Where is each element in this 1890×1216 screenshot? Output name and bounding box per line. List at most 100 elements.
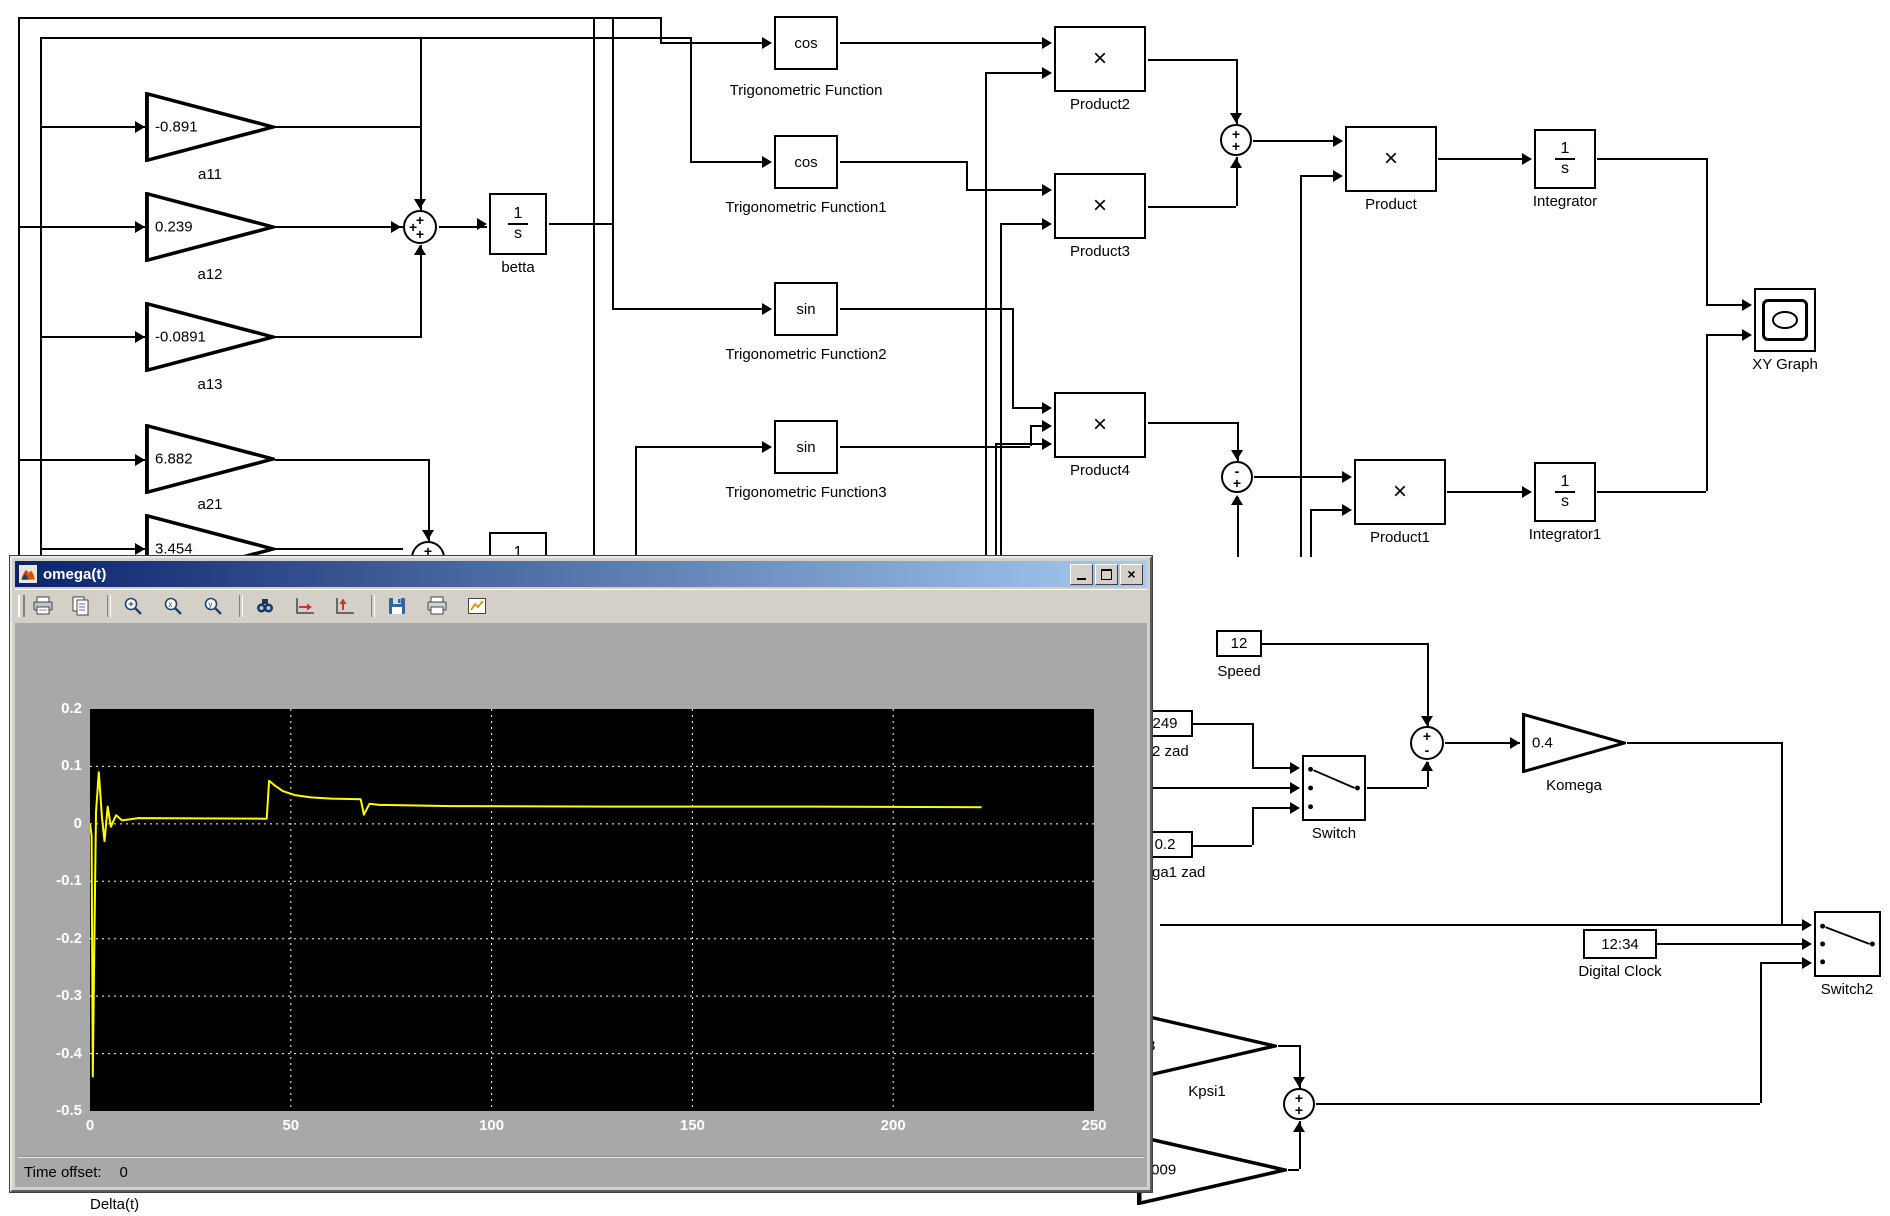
wire-arrowhead xyxy=(391,221,401,233)
gain-block-kpsi1[interactable]: 8 xyxy=(1137,1013,1277,1079)
toolbar-separator xyxy=(107,595,111,617)
plot-area[interactable] xyxy=(90,709,1094,1111)
integrator-block-betta[interactable]: 1s xyxy=(489,193,547,255)
wire xyxy=(1030,425,1032,446)
product3-label: Product3 xyxy=(1040,243,1160,262)
wire xyxy=(1148,206,1236,208)
multiply-icon: × xyxy=(1393,478,1407,506)
close-icon: × xyxy=(1127,567,1135,581)
wire xyxy=(275,548,403,550)
report-icon[interactable] xyxy=(65,593,97,619)
gain-block-komega[interactable]: 0.4 xyxy=(1522,713,1626,773)
product1-block[interactable]: × xyxy=(1354,459,1446,525)
wire-arrowhead xyxy=(1742,299,1752,311)
constant-speed-block[interactable]: 12 xyxy=(1216,630,1262,657)
wire xyxy=(18,17,20,557)
xy-graph-label: XY Graph xyxy=(1725,356,1845,375)
sum-block-b[interactable]: - + xyxy=(1221,461,1253,493)
scope-titlebar[interactable]: omega(t) × xyxy=(15,561,1147,587)
sum-block-a[interactable]: + + xyxy=(1220,124,1252,156)
print-icon[interactable] xyxy=(27,593,59,619)
zoom-icon[interactable] xyxy=(117,593,149,619)
integrator-numerator: 1 xyxy=(1555,473,1576,491)
gain-block-a21[interactable]: 6.882 xyxy=(145,424,275,494)
wire xyxy=(1760,962,1762,1103)
status-divider xyxy=(18,1156,1144,1158)
wire-arrowhead xyxy=(1290,762,1300,774)
product-label: Product xyxy=(1331,196,1451,215)
constant-zad2-label: 2 zad xyxy=(1152,743,1232,762)
toolbar-separator xyxy=(371,595,375,617)
constant-value: 12 xyxy=(1231,635,1248,652)
wire xyxy=(1438,158,1526,160)
trig-block-cos[interactable]: cos xyxy=(774,16,838,70)
wire-arrowhead xyxy=(1230,113,1242,123)
time-offset-value: 0 xyxy=(120,1164,128,1181)
product2-block[interactable]: × xyxy=(1054,26,1146,92)
restore-y-axis-icon[interactable] xyxy=(329,593,361,619)
wire xyxy=(660,42,768,44)
gain-block-a13[interactable]: -0.0891 xyxy=(145,302,275,372)
gain-block-a12[interactable]: 0.239 xyxy=(145,192,275,262)
switch2-block[interactable] xyxy=(1814,911,1881,977)
product4-block[interactable]: × xyxy=(1054,392,1146,458)
axes-properties-icon[interactable] xyxy=(461,593,493,619)
gain-block-a11[interactable]: -0.891 xyxy=(145,92,275,162)
save-axes-icon[interactable] xyxy=(381,593,413,619)
toolbar-grip[interactable] xyxy=(18,595,25,617)
restore-x-axis-icon[interactable] xyxy=(289,593,321,619)
scope-window[interactable]: omega(t) × x y xyxy=(10,556,1152,1192)
wire xyxy=(1160,924,1806,926)
find-icon[interactable] xyxy=(249,593,281,619)
x-tick-label: 100 xyxy=(462,1117,522,1135)
sum-block-1[interactable]: + + + xyxy=(403,210,437,244)
wire xyxy=(612,308,768,310)
zoom-y-icon[interactable]: y xyxy=(197,593,229,619)
gain-block-kpsi2[interactable]: .009 xyxy=(1137,1135,1287,1205)
digital-clock-block[interactable]: 12:34 xyxy=(1583,929,1657,959)
integrator-denominator: s xyxy=(1555,158,1575,178)
wire xyxy=(420,245,422,336)
wire xyxy=(549,223,612,225)
wire-arrowhead xyxy=(1742,329,1752,341)
print-figure-icon[interactable] xyxy=(421,593,453,619)
trig-block-sin2[interactable]: sin xyxy=(774,282,838,336)
wire-arrowhead xyxy=(1042,67,1052,79)
integrator-block[interactable]: 1s xyxy=(1534,129,1596,189)
switch-icon xyxy=(1816,913,1879,975)
wire xyxy=(1627,742,1781,744)
trig-block-sin3[interactable]: sin xyxy=(774,420,838,474)
wire xyxy=(1252,723,1254,767)
zoom-x-icon[interactable]: x xyxy=(157,593,189,619)
wire-arrowhead xyxy=(1802,938,1812,950)
wire-arrowhead xyxy=(1522,486,1532,498)
wire xyxy=(275,336,422,338)
wire-arrowhead xyxy=(1342,471,1352,483)
wire-arrowhead xyxy=(1522,153,1532,165)
integrator-label: Integrator xyxy=(1505,193,1625,212)
product-block[interactable]: × xyxy=(1345,126,1437,192)
switch-block[interactable] xyxy=(1302,755,1366,821)
close-button[interactable]: × xyxy=(1120,564,1143,585)
svg-text:x: x xyxy=(168,600,172,609)
wire xyxy=(1148,422,1237,424)
minimize-button[interactable] xyxy=(1070,564,1093,585)
maximize-button[interactable] xyxy=(1095,564,1118,585)
wire xyxy=(1597,491,1706,493)
integrator1-block[interactable]: 1s xyxy=(1534,462,1596,522)
sum-block-d[interactable]: + + xyxy=(1283,1088,1315,1120)
wire-arrowhead xyxy=(762,441,772,453)
wire xyxy=(275,226,403,228)
wire-arrowhead xyxy=(135,121,145,133)
wire xyxy=(1237,497,1239,557)
wire-arrowhead xyxy=(1042,438,1052,450)
wire xyxy=(1252,807,1254,845)
trig-block-cos1[interactable]: cos xyxy=(774,135,838,189)
wire xyxy=(1427,643,1429,726)
product3-block[interactable]: × xyxy=(1054,173,1146,239)
sum-block-c[interactable]: + - xyxy=(1410,726,1444,760)
wire xyxy=(275,459,428,461)
xy-graph-block[interactable] xyxy=(1754,288,1816,352)
wire-arrowhead xyxy=(1510,737,1520,749)
gain-label-a13: a13 xyxy=(145,376,275,395)
